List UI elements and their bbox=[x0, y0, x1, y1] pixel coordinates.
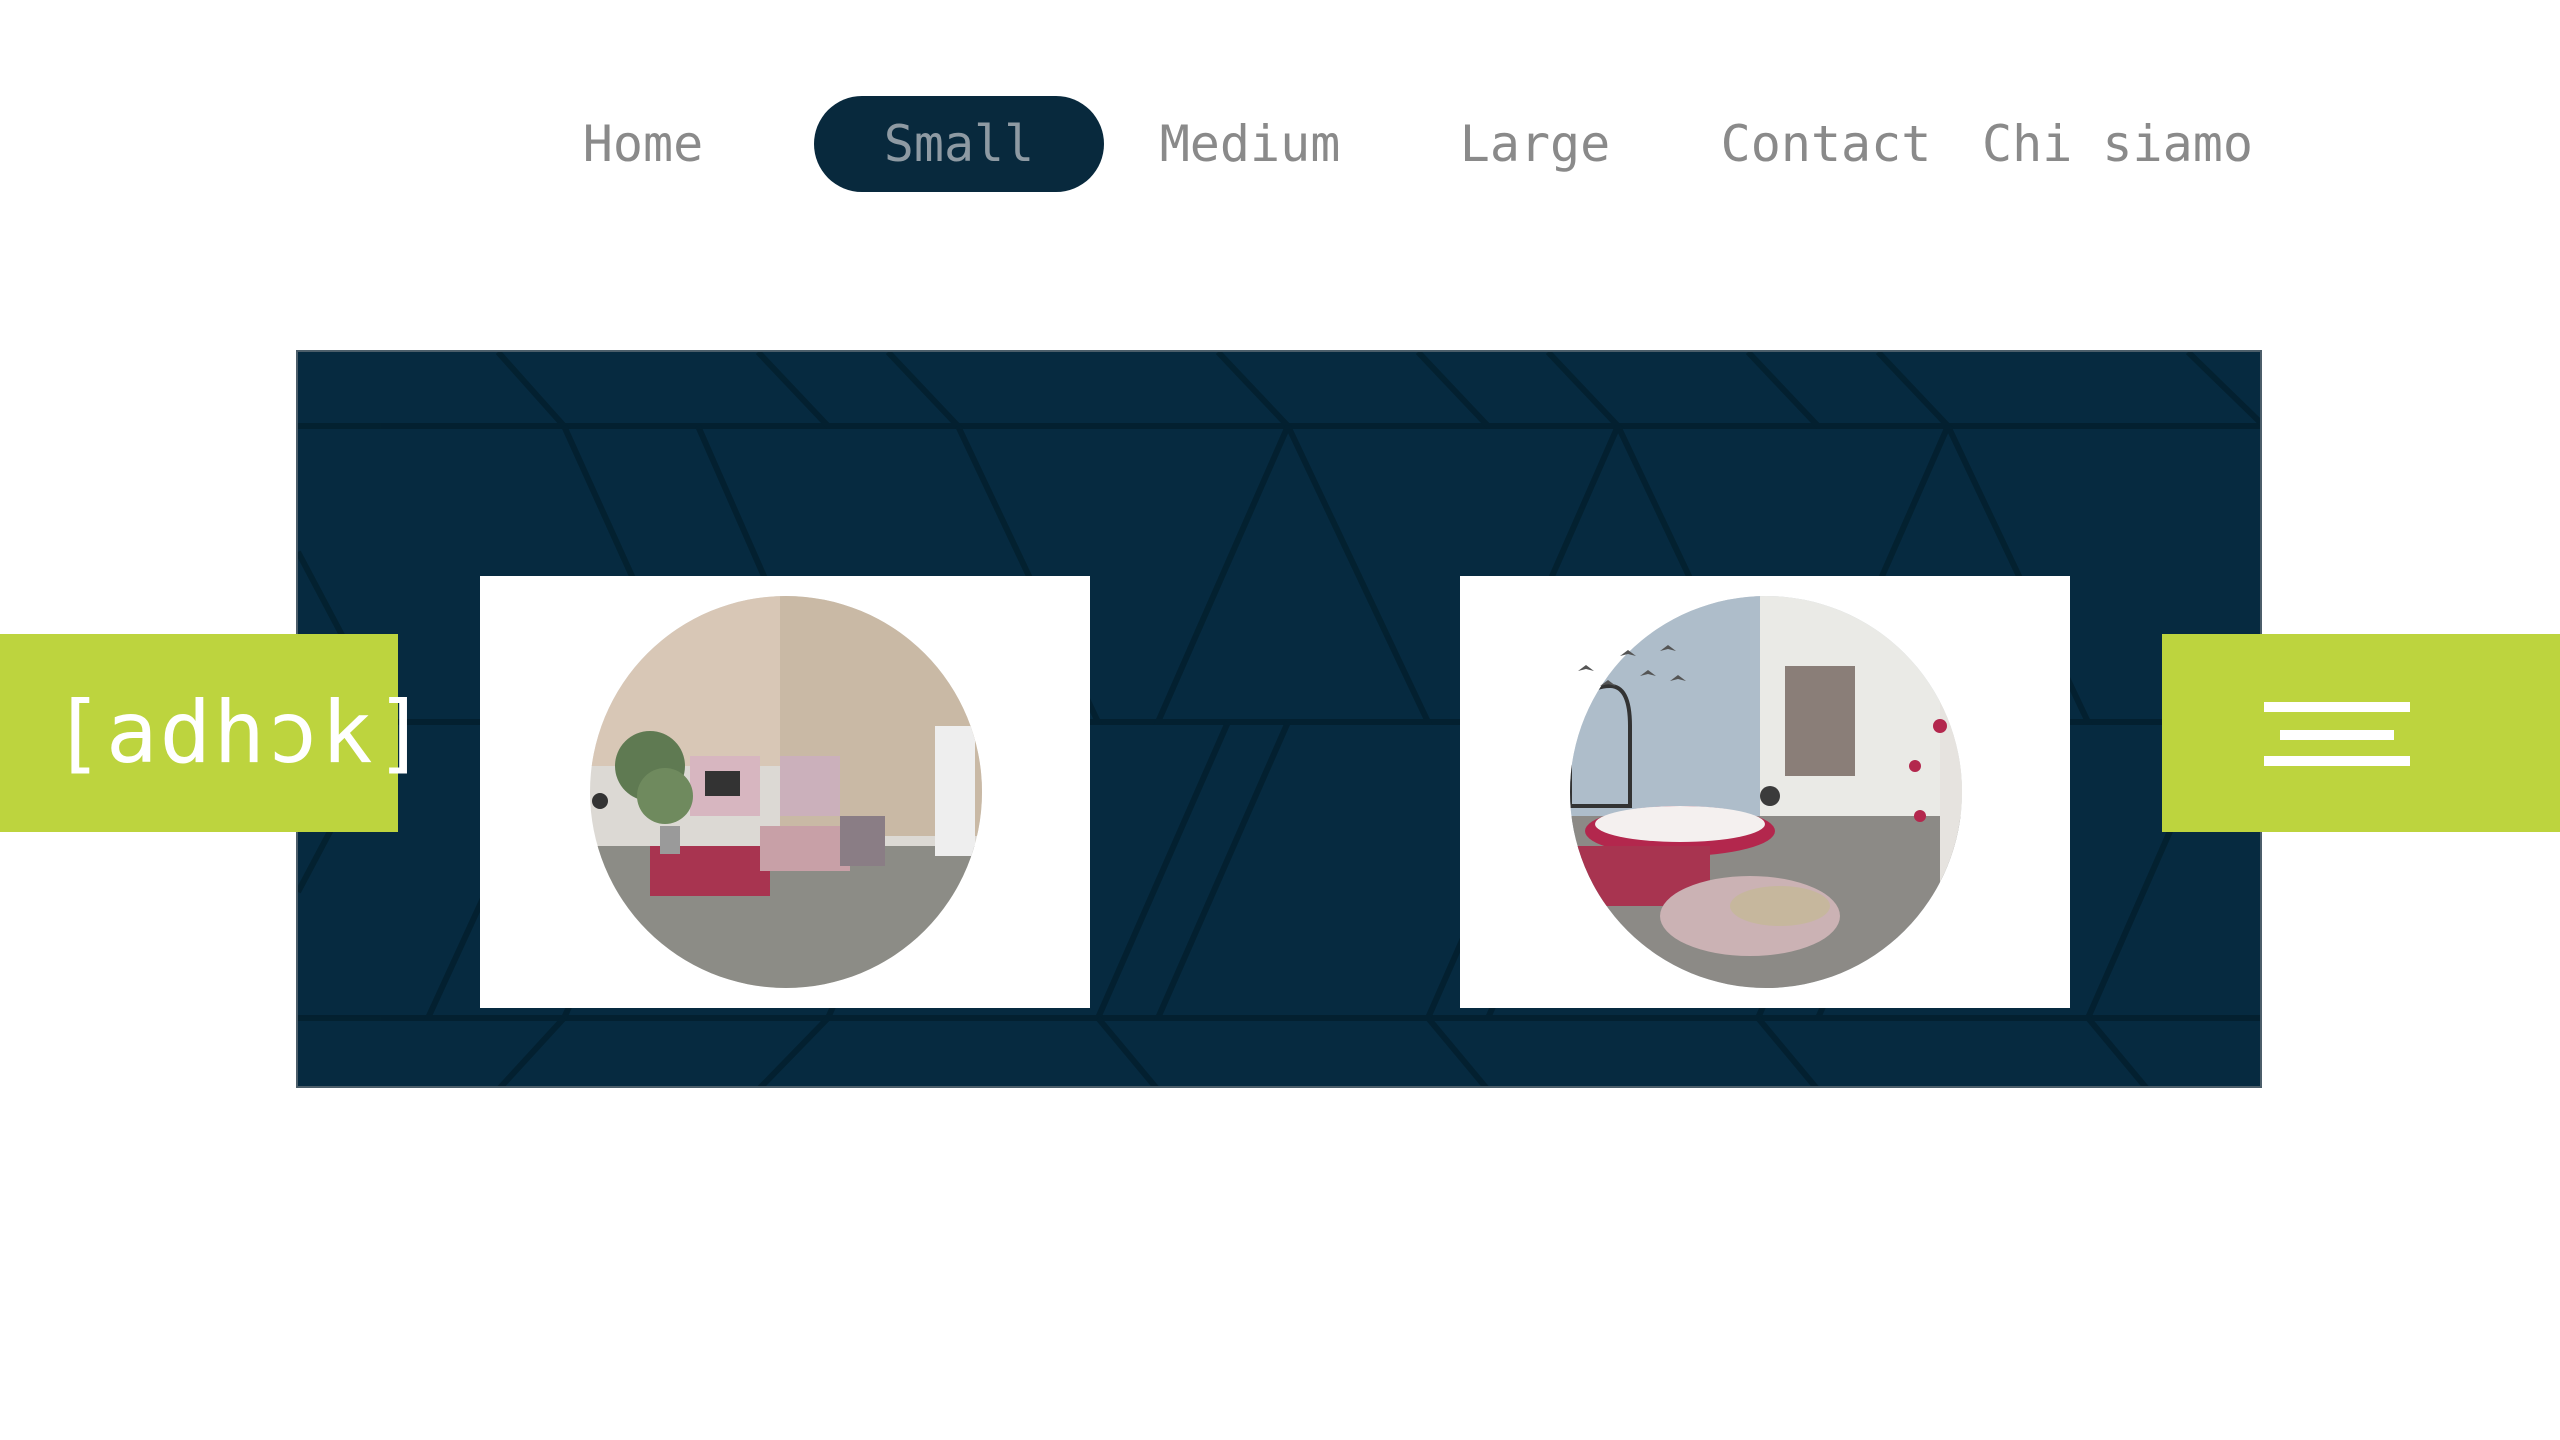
nav-item-large[interactable]: Large bbox=[1440, 96, 1630, 192]
brand-logo: [adhɔk] bbox=[52, 683, 429, 783]
gallery-image-living-room[interactable] bbox=[480, 576, 1090, 1008]
nav-item-contact[interactable]: Contact bbox=[1716, 96, 1936, 192]
nav-item-small[interactable]: Small bbox=[814, 96, 1104, 192]
hero-banner bbox=[296, 350, 2262, 1088]
menu-bar-bottom bbox=[2264, 756, 2410, 766]
menu-toggle-button[interactable] bbox=[2162, 634, 2560, 832]
living-room-illustration-icon bbox=[590, 596, 982, 988]
bedroom-illustration-icon bbox=[1570, 596, 1962, 988]
main-navigation: Home Small Medium Large Contact Chi siam… bbox=[0, 0, 2560, 260]
nav-item-medium[interactable]: Medium bbox=[1150, 96, 1350, 192]
menu-bar-top bbox=[2264, 702, 2410, 712]
menu-bar-middle bbox=[2280, 730, 2394, 740]
logo-box[interactable]: [adhɔk] bbox=[0, 634, 426, 832]
nav-item-home[interactable]: Home bbox=[560, 96, 726, 192]
nav-item-chi-siamo[interactable]: Chi siamo bbox=[1982, 96, 2253, 192]
gallery-image-bedroom[interactable] bbox=[1460, 576, 2070, 1008]
